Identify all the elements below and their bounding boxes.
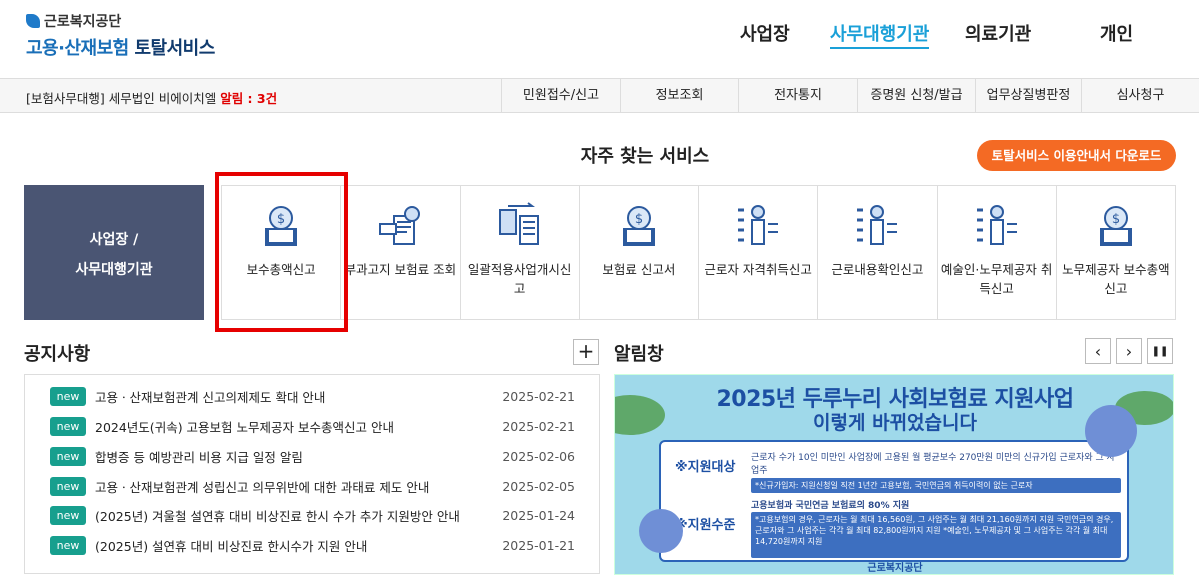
new-badge: new [50, 505, 86, 525]
notices-more-button[interactable]: + [573, 339, 599, 365]
service-label: 일괄적용사업개시신고 [467, 262, 572, 296]
notice-text: (2025년) 겨울철 설연휴 대비 비상진료 한시 수가 추가 지원방안 안내 [95, 508, 460, 524]
nav-medical[interactable]: 의료기관 [965, 20, 1031, 46]
support-level-note: *고용보험의 경우, 근로자는 월 최대 16,560원, 그 사업주는 월 최… [751, 512, 1121, 558]
service-list: $ 보수총액신고 부과고지 보험료 조회 일괄적용사업개시신고 $ 보험료 신고… [221, 185, 1176, 320]
notice-item[interactable]: new 고용ㆍ산재보험관계 신고의제제도 확대 안내 2025-02-21 [50, 385, 575, 407]
service-item[interactable]: 부과고지 보험료 조회 [340, 186, 459, 319]
notice-item[interactable]: new 합병증 등 예방관리 비용 지급 일정 알림 2025-02-06 [50, 445, 575, 467]
money-document-icon: $ [1099, 206, 1132, 246]
notice-date: 2025-02-21 [502, 418, 575, 434]
service-item[interactable]: 예술인·노무제공자 취득신고 [936, 186, 1056, 319]
money-document-icon: $ [622, 206, 655, 246]
service-label: 보험료 신고서 [602, 262, 676, 277]
person-checklist-icon [976, 205, 1017, 245]
banner-footer: 근로복지공단 [867, 563, 923, 574]
nav-business[interactable]: 사업장 [740, 20, 790, 46]
guide-download-button[interactable]: 토탈서비스 이용안내서 다운로드 [977, 140, 1176, 171]
new-badge: new [50, 416, 86, 436]
service-item[interactable]: 근로내용확인신고 [817, 186, 936, 319]
notice-text: 고용ㆍ산재보험관계 성립신고 의무위반에 대한 과태료 제도 안내 [95, 479, 430, 495]
service-label: 노무제공자 보수총액신고 [1062, 262, 1170, 296]
notice-list: new 고용ㆍ산재보험관계 신고의제제도 확대 안내 2025-02-21 ne… [24, 374, 600, 574]
service-item[interactable]: $ 노무제공자 보수총액신고 [1055, 186, 1175, 319]
new-badge: new [50, 535, 86, 555]
notice-date: 2025-01-21 [502, 537, 575, 553]
next-arrow-icon[interactable]: › [1116, 338, 1142, 364]
support-target-label: ※지원대상 [675, 460, 736, 475]
service-label: 부과고지 보험료 조회 [344, 262, 457, 277]
service-name-dark: 토탈서비스 [134, 38, 215, 59]
support-target-note: *신규가입자: 지원신청일 직전 1년간 고용보험, 국민연금의 취득이력이 없… [751, 478, 1121, 493]
person-checklist-icon [738, 205, 779, 245]
site-logo[interactable]: 근로복지공단 고용·산재보험 토탈서비스 [26, 12, 215, 60]
notice-text: 고용ㆍ산재보험관계 신고의제제도 확대 안내 [95, 389, 326, 405]
alarm-banner[interactable]: 2025년 두루누리 사회보험료 지원사업 이렇게 바뀌었습니다 ※지원대상 근… [614, 374, 1174, 575]
category-box: 사업장 / 사무대행기관 [24, 185, 204, 320]
alert-count-link[interactable]: 알림 : 3건 [220, 91, 277, 106]
category-line2: 사무대행기관 [75, 262, 153, 278]
service-item[interactable]: 근로자 자격취득신고 [698, 186, 817, 319]
service-item[interactable]: $ 보험료 신고서 [578, 186, 698, 319]
notice-text: 2024년도(귀속) 고용보험 노무제공자 보수총액신고 안내 [95, 419, 394, 435]
new-badge: new [50, 476, 86, 496]
menu-appeal[interactable]: 심사청구 [1081, 79, 1199, 112]
svg-text:$: $ [635, 212, 643, 227]
service-item[interactable]: 일괄적용사업개시신고 [459, 186, 579, 319]
service-label: 근로자 자격취득신고 [704, 262, 812, 277]
menu-info-lookup[interactable]: 정보조회 [620, 79, 738, 112]
notice-item[interactable]: new 2024년도(귀속) 고용보험 노무제공자 보수총액신고 안내 2025… [50, 415, 575, 437]
notice-item[interactable]: new 고용ㆍ산재보험관계 성립신고 의무위반에 대한 과태료 제도 안내 20… [50, 475, 575, 497]
menu-certificate[interactable]: 증명원 신청/발급 [857, 79, 975, 112]
person-checklist-icon [857, 205, 898, 245]
notice-date: 2025-02-05 [502, 478, 575, 494]
menu-disease-judgment[interactable]: 업무상질병판정 [975, 79, 1081, 112]
support-level-text: 고용보험과 국민연금 보험료의 80% 지원 [751, 501, 910, 511]
receipt-search-icon [379, 206, 421, 245]
new-badge: new [50, 446, 86, 466]
highlight-box [215, 172, 348, 332]
notices-title: 공지사항 [24, 344, 91, 365]
service-name-blue: 고용·산재보험 [26, 38, 129, 59]
logo-mark-icon [26, 14, 40, 28]
snake-mascot-icon [639, 509, 683, 553]
support-target-text: 근로자 수가 10인 미만인 사업장에 고용된 월 평균보수 270만원 미만의… [751, 453, 1115, 476]
notice-text: (2025년) 설연휴 대비 비상진료 한시수가 지원 안내 [95, 538, 368, 554]
service-label: 예술인·노무제공자 취득신고 [940, 262, 1053, 296]
nav-personal[interactable]: 개인 [1100, 20, 1133, 46]
notice-date: 2025-02-21 [502, 388, 575, 404]
svg-text:$: $ [1112, 212, 1120, 227]
notice-text: 합병증 등 예방관리 비용 지급 일정 알림 [95, 449, 303, 465]
notice-date: 2025-01-24 [502, 507, 575, 523]
nav-agency[interactable]: 사무대행기관 [830, 20, 930, 49]
category-line1: 사업장 / [89, 232, 139, 248]
header: 근로복지공단 고용·산재보험 토탈서비스 사업장 사무대행기관 의료기관 개인 [0, 0, 1199, 78]
support-level-label: ※지원수준 [675, 518, 736, 533]
service-label: 근로내용확인신고 [831, 262, 924, 277]
document-transfer-icon [498, 202, 539, 245]
notice-item[interactable]: new (2025년) 겨울철 설연휴 대비 비상진료 한시 수가 추가 지원방… [50, 504, 575, 526]
pause-icon[interactable]: ❚❚ [1147, 338, 1173, 364]
notice-date: 2025-02-06 [502, 448, 575, 464]
new-badge: new [50, 386, 86, 406]
office-label: [보험사무대행] 세무법인 비에이치엘 [26, 91, 217, 106]
menu-civil-petition[interactable]: 민원접수/신고 [501, 79, 620, 112]
notice-item[interactable]: new (2025년) 설연휴 대비 비상진료 한시수가 지원 안내 2025-… [50, 534, 575, 556]
banner-panel: ※지원대상 근로자 수가 10인 미만인 사업장에 고용된 월 평균보수 270… [659, 440, 1129, 562]
prev-arrow-icon[interactable]: ‹ [1085, 338, 1111, 364]
sub-menu-bar: [보험사무대행] 세무법인 비에이치엘 알림 : 3건 민원접수/신고 정보조회… [0, 78, 1199, 113]
org-name: 근로복지공단 [44, 14, 122, 30]
menu-e-notice[interactable]: 전자통지 [738, 79, 857, 112]
office-info: [보험사무대행] 세무법인 비에이치엘 알림 : 3건 [26, 88, 277, 107]
alarm-title: 알림창 [614, 344, 664, 365]
snake-mascot-icon [1085, 405, 1137, 457]
